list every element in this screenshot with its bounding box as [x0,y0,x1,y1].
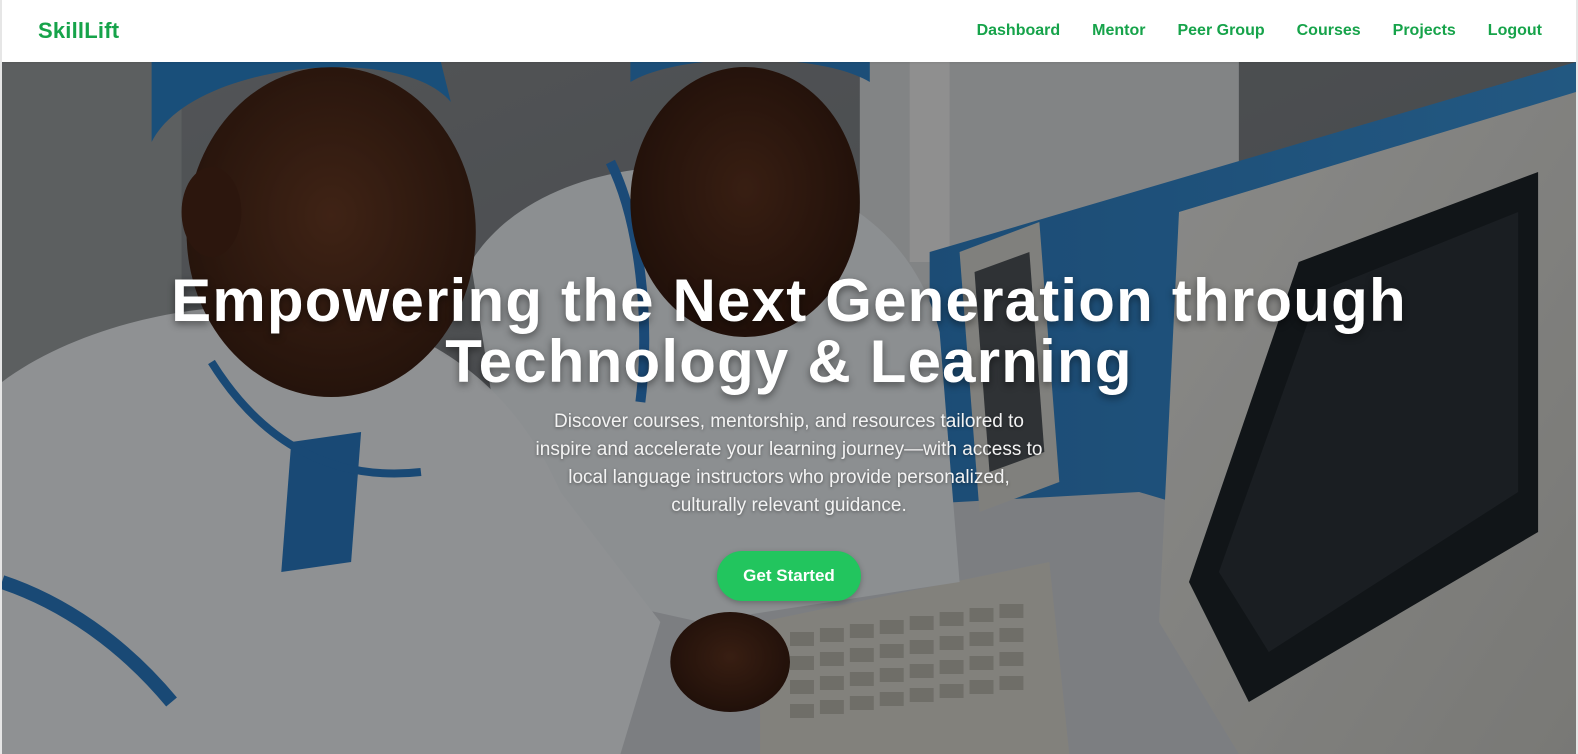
get-started-button[interactable]: Get Started [717,551,861,601]
nav-link-projects[interactable]: Projects [1393,22,1456,40]
nav-link-logout[interactable]: Logout [1488,22,1542,40]
page: SkillLift Dashboard Mentor Peer Group Co… [0,0,1578,754]
nav-link-peer-group[interactable]: Peer Group [1177,22,1264,40]
hero-title: Empowering the Next Generation through T… [171,267,1407,395]
nav-link-dashboard[interactable]: Dashboard [977,22,1061,40]
hero-section: Empowering the Next Generation through T… [2,62,1576,754]
brand-logo[interactable]: SkillLift [38,18,119,44]
nav-link-mentor[interactable]: Mentor [1092,22,1145,40]
navbar: SkillLift Dashboard Mentor Peer Group Co… [2,0,1576,62]
hero-subtitle: Discover courses, mentorship, and resour… [535,411,1043,516]
nav-links: Dashboard Mentor Peer Group Courses Proj… [977,22,1542,40]
hero-content: Empowering the Next Generation through T… [2,270,1576,601]
nav-link-courses[interactable]: Courses [1297,22,1361,40]
